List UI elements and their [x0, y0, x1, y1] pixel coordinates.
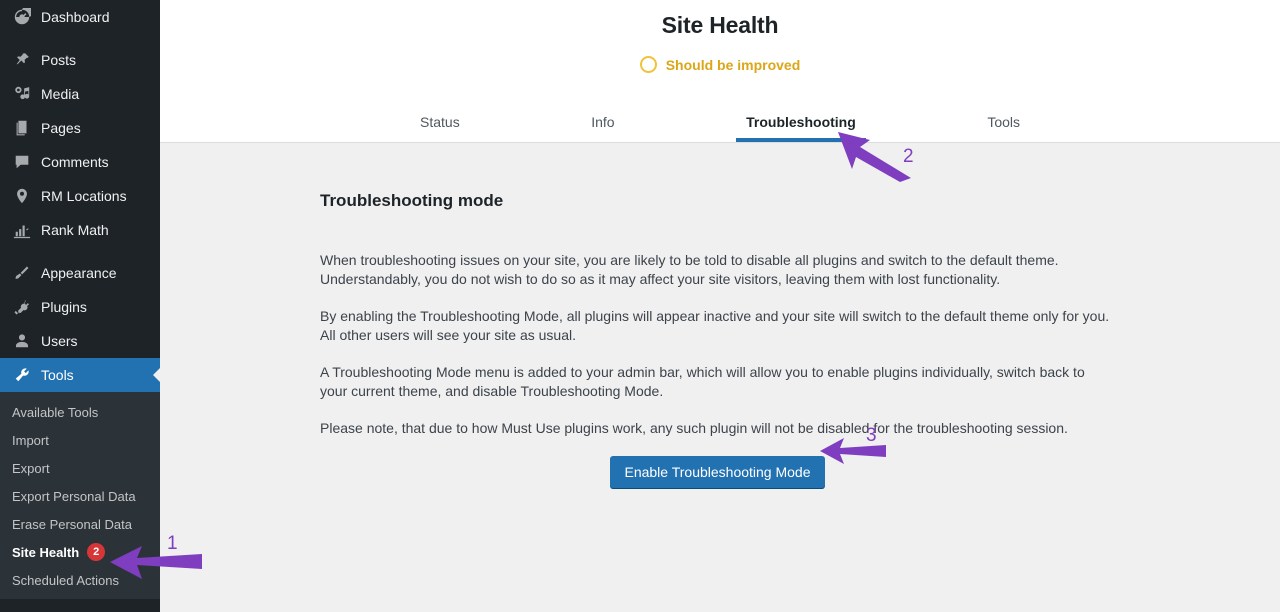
chart-bars-icon — [12, 220, 32, 240]
section-title: Troubleshooting mode — [320, 191, 504, 210]
sidebar-item-media[interactable]: Media — [0, 77, 160, 111]
status-badge: Should be improved — [160, 56, 1280, 73]
status-ring-icon — [639, 56, 657, 73]
sidebar-item-site-health[interactable]: Site Health 2 — [0, 538, 160, 566]
status-label: Should be improved — [665, 56, 801, 73]
paragraph-1: When troubleshooting issues on your site… — [320, 252, 1059, 287]
annotation-number-1: 1 — [167, 533, 178, 554]
pages-icon — [12, 118, 32, 138]
tab-tools[interactable]: Tools — [977, 108, 1030, 142]
site-health-header: Site Health Should be improved Status Inf… — [160, 0, 1280, 143]
page-title: Site Health — [661, 12, 779, 38]
annotation-number-3: 3 — [866, 425, 877, 446]
sidebar-item-appearance[interactable]: Appearance — [0, 256, 160, 290]
sidebar-item-label: Comments — [41, 154, 109, 170]
paragraph-3: A Troubleshooting Mode menu is added to … — [320, 364, 1085, 399]
tab-troubleshooting[interactable]: Troubleshooting — [736, 108, 866, 142]
sidebar-item-posts[interactable]: Posts — [0, 43, 160, 77]
user-icon — [12, 331, 32, 351]
main-area: Site Health Should be improved Status Inf… — [160, 0, 1280, 612]
site-health-tabs: Status Info Troubleshooting Tools — [160, 108, 1280, 142]
sidebar-item-label: Dashboard — [41, 9, 110, 25]
site-health-issue-count-badge: 2 — [87, 543, 106, 561]
troubleshooting-panel: Troubleshooting mode When troubleshootin… — [160, 143, 1280, 488]
sidebar-item-dashboard[interactable]: Dashboard — [0, 0, 160, 34]
location-pin-icon — [12, 186, 32, 206]
sidebar-item-label: Appearance — [41, 265, 117, 281]
sidebar-subitem-label: Export Personal Data — [12, 488, 136, 504]
sidebar-item-available-tools[interactable]: Available Tools — [0, 398, 160, 426]
sidebar-item-export[interactable]: Export — [0, 454, 160, 482]
sidebar-subitem-label: Available Tools — [12, 404, 99, 420]
sidebar-item-label: Users — [41, 333, 78, 349]
sidebar-item-label: Posts — [41, 52, 77, 68]
sidebar-item-rank-math[interactable]: Rank Math — [0, 213, 160, 247]
annotation-number-2: 2 — [903, 146, 914, 167]
sidebar-item-label: Tools — [41, 367, 74, 383]
sidebar-item-erase-personal-data[interactable]: Erase Personal Data — [0, 510, 160, 538]
comments-icon — [12, 152, 32, 172]
sidebar-item-users[interactable]: Users — [0, 324, 160, 358]
paragraph-2: By enabling the Troubleshooting Mode, al… — [320, 308, 1110, 343]
sidebar-subitem-label: Site Health — [12, 544, 80, 560]
sidebar-item-label: Pages — [41, 120, 81, 136]
wrench-icon — [12, 365, 32, 385]
main-menu: Dashboard Posts Media Pages Comments RM Locat… — [0, 0, 161, 392]
button-row: Enable Troubleshooting Mode — [320, 456, 1115, 488]
tab-status[interactable]: Status — [410, 108, 470, 142]
sidebar-item-label: Plugins — [41, 299, 87, 315]
admin-sidebar: Dashboard Posts Media Pages Comments RM Locat… — [0, 0, 161, 612]
appearance-brush-icon — [12, 263, 32, 283]
sidebar-item-import[interactable]: Import — [0, 426, 160, 454]
plug-icon — [12, 297, 32, 317]
sidebar-item-label: RM Locations — [41, 188, 127, 204]
sidebar-subitem-label: Export — [12, 460, 50, 476]
sidebar-item-comments[interactable]: Comments — [0, 145, 160, 179]
sidebar-subitem-label: Import — [12, 432, 49, 448]
screen: Dashboard Posts Media Pages Comments RM Locat… — [0, 0, 1280, 612]
pin-icon — [12, 50, 32, 70]
sidebar-subitem-label: Erase Personal Data — [12, 516, 132, 532]
tab-info[interactable]: Info — [581, 108, 624, 142]
sidebar-subitem-label: Scheduled Actions — [12, 572, 119, 588]
sidebar-item-export-personal-data[interactable]: Export Personal Data — [0, 482, 160, 510]
media-icon — [12, 84, 32, 104]
sidebar-item-pages[interactable]: Pages — [0, 111, 160, 145]
enable-troubleshooting-button[interactable]: Enable Troubleshooting Mode — [610, 456, 825, 488]
paragraph-4: Please note, that due to how Must Use pl… — [320, 420, 1068, 436]
sidebar-item-tools[interactable]: Tools — [0, 358, 161, 392]
sidebar-item-scheduled-actions[interactable]: Scheduled Actions — [0, 566, 160, 594]
dashboard-icon — [12, 7, 32, 27]
sidebar-item-plugins[interactable]: Plugins — [0, 290, 160, 324]
sidebar-item-label: Media — [41, 86, 80, 102]
tools-submenu: Available Tools Import Export Export Person… — [0, 392, 160, 599]
sidebar-item-label: Rank Math — [41, 222, 109, 238]
sidebar-item-rm-locations[interactable]: RM Locations — [0, 179, 160, 213]
